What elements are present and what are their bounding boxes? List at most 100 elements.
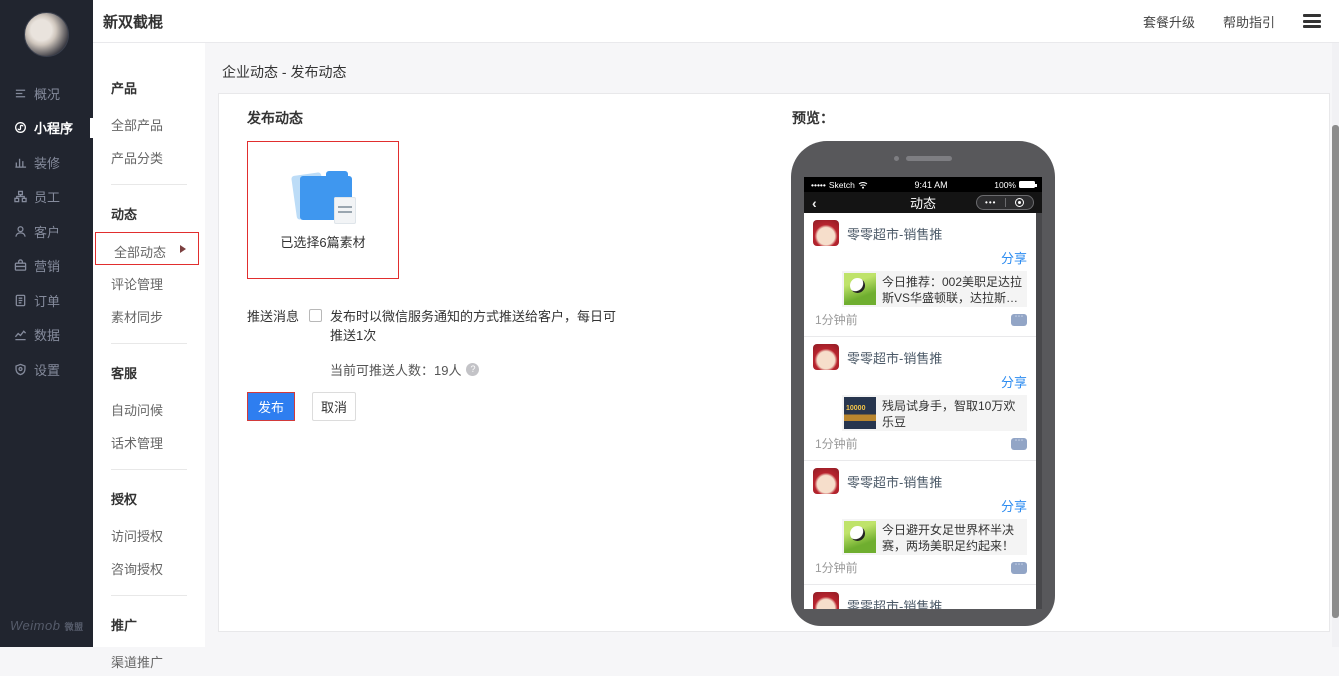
user-avatar[interactable] (24, 12, 69, 57)
customer-icon (15, 225, 26, 237)
post-text: 今日推荐：002美职足达拉斯VS华盛顿联，达拉斯小... (882, 275, 1023, 305)
help-guide-link[interactable]: 帮助指引 (1223, 12, 1275, 31)
post-avatar (813, 344, 839, 370)
subnav-item-script-management[interactable]: 话术管理 (93, 424, 205, 457)
app-title: 新双截棍 (103, 13, 164, 31)
capsule-home-icon[interactable] (1006, 198, 1034, 207)
post-author: 零零超市-销售推 (847, 350, 943, 366)
breadcrumb: 企业动态 - 发布动态 (222, 64, 347, 80)
staff-icon (14, 190, 27, 203)
material-count-label: 已选择6篇素材 (280, 234, 366, 250)
post-avatar (813, 592, 839, 609)
moments-feed: 零零超市-销售推 分享 今日推荐：002美职足达拉斯VS华盛顿联，达拉斯小...… (804, 213, 1036, 609)
feed-item: 零零超市-销售推 分享 今日避开女足世界杯半决赛，两场美职足约起来！ 1分钟前 (804, 461, 1036, 585)
folder-icon (290, 170, 356, 224)
top-header: 新双截棍 套餐升级 帮助指引 (93, 0, 1339, 43)
subnav-item-all-moments[interactable]: 全部动态 (95, 232, 199, 265)
secondary-sidebar: 产品 全部产品 产品分类 动态 全部动态 评论管理 素材同步 客服 自动问候 话… (93, 43, 205, 670)
subnav-section-service: 客服 (111, 366, 138, 381)
feed-item: 零零超市-销售推 分享 华为被美国解除制裁？白 (804, 585, 1036, 609)
sidebar-item-decorate[interactable]: 装修 (0, 145, 93, 180)
subnav-section-moments: 动态 (111, 207, 138, 222)
data-icon (14, 330, 27, 341)
share-link[interactable]: 分享 (813, 248, 1027, 267)
marketing-icon (14, 259, 27, 272)
battery-icon (1019, 181, 1037, 188)
feed-item: 零零超市-销售推 分享 残局试身手，智取10万欢乐豆 1分钟前 (804, 337, 1036, 461)
subnav-item-access-authorization[interactable]: 访问授权 (93, 517, 205, 550)
help-question-icon[interactable]: ? (466, 363, 480, 376)
comment-icon[interactable] (1011, 311, 1027, 326)
divider (111, 469, 187, 470)
comment-icon[interactable] (1011, 435, 1027, 450)
subnav-item-channel-promotion[interactable]: 渠道推广 (93, 643, 205, 676)
subnav-item-comment-management[interactable]: 评论管理 (93, 265, 205, 298)
sidebar-item-data[interactable]: 数据 (0, 318, 93, 353)
preview-title: 预览： (792, 110, 834, 126)
phone-mockup: ••••• Sketch 9:41 AM 100% ‹ 动态 ••• 零零超市-… (791, 141, 1055, 626)
decorate-icon (15, 158, 27, 168)
soccer-thumbnail (844, 273, 876, 305)
sidebar-item-marketing[interactable]: 营销 (0, 249, 93, 284)
post-author: 零零超市-销售推 (847, 598, 943, 610)
main-content: 企业动态 - 发布动态 发布动态 已选择6篇素材 推送消息 发布时以微信服务通知… (205, 43, 1332, 647)
soccer-thumbnail (844, 521, 876, 553)
post-time: 1分钟前 (815, 437, 858, 451)
feed-item: 零零超市-销售推 分享 今日推荐：002美职足达拉斯VS华盛顿联，达拉斯小...… (804, 213, 1036, 337)
status-time: 9:41 AM (914, 179, 948, 190)
post-card[interactable]: 残局试身手，智取10万欢乐豆 (842, 395, 1027, 431)
more-dots-icon[interactable]: ••• (977, 198, 1005, 207)
divider (111, 595, 187, 596)
push-message-label: 推送消息 (247, 309, 300, 324)
publish-panel: 发布动态 已选择6篇素材 推送消息 发布时以微信服务通知的方式推送给客户，每日可… (218, 93, 1330, 632)
upgrade-plan-link[interactable]: 套餐升级 (1143, 12, 1195, 31)
subnav-item-material-sync[interactable]: 素材同步 (93, 298, 205, 331)
subnav-item-product-categories[interactable]: 产品分类 (93, 139, 205, 172)
sidebar-item-settings[interactable]: 设置 (0, 352, 93, 387)
share-link[interactable]: 分享 (813, 372, 1027, 391)
subnav-item-auto-greeting[interactable]: 自动问候 (93, 391, 205, 424)
sidebar-item-miniprogram[interactable]: 小程序 (0, 111, 93, 146)
post-card[interactable]: 今日推荐：002美职足达拉斯VS华盛顿联，达拉斯小... (842, 271, 1027, 307)
subnav-section-promotion: 推广 (111, 618, 138, 633)
overview-icon (15, 89, 26, 98)
share-link[interactable]: 分享 (813, 496, 1027, 515)
post-avatar (813, 468, 839, 494)
miniprogram-icon (15, 122, 26, 134)
subnav-section-products: 产品 (111, 81, 138, 96)
push-notification-checkbox[interactable] (309, 309, 322, 322)
scrollbar-thumb[interactable] (1332, 125, 1339, 618)
divider (111, 184, 187, 185)
form-title: 发布动态 (247, 110, 303, 126)
push-count-text: 当前可推送人数：19人 (330, 363, 462, 378)
material-selector[interactable]: 已选择6篇素材 (247, 141, 399, 279)
push-checkbox-text: 发布时以微信服务通知的方式推送给客户，每日可推送1次 (330, 309, 617, 343)
weimob-logo: Weimob 微盟 (10, 618, 84, 633)
post-card[interactable]: 今日避开女足世界杯半决赛，两场美职足约起来！ (842, 519, 1027, 555)
page-scrollbar[interactable] (1332, 43, 1339, 647)
post-author: 零零超市-销售推 (847, 226, 943, 242)
hamburger-menu-icon[interactable] (1303, 12, 1321, 31)
post-time: 1分钟前 (815, 561, 858, 575)
subnav-item-all-products[interactable]: 全部产品 (93, 106, 205, 139)
sidebar-item-order[interactable]: 订单 (0, 283, 93, 318)
publish-button[interactable]: 发布 (247, 392, 295, 421)
comment-icon[interactable] (1011, 559, 1027, 574)
subnav-section-authorization: 授权 (111, 492, 138, 507)
phone-navbar: ‹ 动态 ••• (804, 192, 1042, 213)
sidebar-item-customer[interactable]: 客户 (0, 214, 93, 249)
game-thumbnail (844, 397, 876, 429)
post-author: 零零超市-销售推 (847, 474, 943, 490)
phone-statusbar: ••••• Sketch 9:41 AM 100% (804, 177, 1042, 192)
sidebar-item-overview[interactable]: 概况 (0, 76, 93, 111)
order-icon (15, 294, 26, 307)
post-avatar (813, 220, 839, 246)
settings-icon (15, 363, 26, 376)
cancel-button[interactable]: 取消 (312, 392, 356, 421)
miniprogram-capsule[interactable]: ••• (976, 195, 1034, 210)
post-text: 今日避开女足世界杯半决赛，两场美职足约起来！ (882, 523, 1015, 553)
phone-speaker (791, 155, 1055, 161)
sidebar-item-staff[interactable]: 员工 (0, 180, 93, 215)
subnav-item-consult-authorization[interactable]: 咨询授权 (93, 550, 205, 583)
post-time: 1分钟前 (815, 313, 858, 327)
